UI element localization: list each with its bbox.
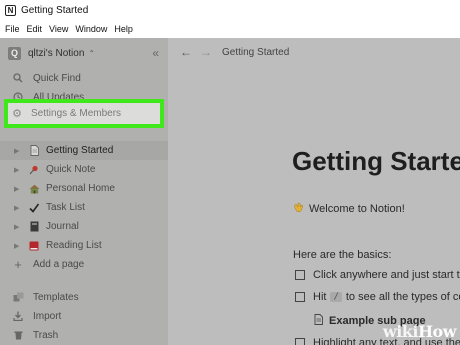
- todo-text: Click anywhere and just start typing: [313, 269, 460, 281]
- sidebar-page-reading-list[interactable]: ▶ Reading List: [0, 236, 168, 255]
- sidebar-item-quick-find[interactable]: Quick Find: [0, 69, 168, 87]
- todo-text-pre: Hit: [313, 291, 327, 303]
- sidebar-item-templates[interactable]: Templates: [0, 288, 168, 306]
- checkbox[interactable]: [295, 270, 305, 280]
- page-icon: [28, 145, 40, 157]
- book-icon: [28, 240, 40, 252]
- checkbox[interactable]: [295, 338, 305, 345]
- menu-window[interactable]: Window: [75, 24, 107, 34]
- sidebar-page-personal-home[interactable]: ▶ Personal Home: [0, 179, 168, 198]
- sidebar-page-task-list[interactable]: ▶ Task List: [0, 198, 168, 217]
- back-arrow-icon[interactable]: ←: [180, 45, 192, 59]
- sidebar-item-label: Quick Note: [46, 164, 96, 175]
- add-page-button[interactable]: + Add a page: [0, 255, 168, 273]
- main-content: ← → Getting Started Getting Started Welc…: [168, 38, 460, 345]
- todo-text-post: to see all the types of content you can …: [345, 291, 460, 303]
- sidebar-item-label: Getting Started: [46, 145, 114, 156]
- gear-icon: ⚙: [12, 108, 22, 120]
- import-icon: [12, 310, 24, 322]
- sidebar-item-settings-members[interactable]: ⚙ Settings & Members: [4, 99, 164, 128]
- add-page-label: Add a page: [33, 258, 85, 270]
- expand-triangle-icon[interactable]: ▶: [14, 242, 26, 250]
- window-title: Getting Started: [21, 4, 89, 16]
- page-icon: [314, 314, 323, 328]
- sidebar-item-import[interactable]: Import: [0, 307, 168, 325]
- menu-bar: File Edit View Window Help: [0, 20, 460, 38]
- expand-triangle-icon[interactable]: ▶: [14, 185, 26, 193]
- welcome-line[interactable]: Welcome to Notion!: [293, 202, 405, 216]
- expand-triangle-icon[interactable]: ▶: [14, 147, 26, 155]
- basics-heading[interactable]: Here are the basics:: [293, 249, 391, 261]
- sidebar-page-quick-note[interactable]: ▶ Quick Note: [0, 160, 168, 179]
- window-titlebar: N Getting Started: [0, 0, 460, 20]
- sidebar-page-getting-started[interactable]: ▶ Getting Started: [0, 141, 168, 160]
- workspace-name: qltzi's Notion: [28, 47, 85, 59]
- expand-triangle-icon[interactable]: ▶: [14, 223, 26, 231]
- workspace-switcher[interactable]: Q qltzi's Notion ⌃ «: [8, 44, 163, 62]
- breadcrumb-page[interactable]: Getting Started: [222, 47, 289, 58]
- expand-triangle-icon[interactable]: ▶: [14, 166, 26, 174]
- house-icon: [28, 183, 40, 195]
- menu-edit[interactable]: Edit: [27, 24, 43, 34]
- sidebar-item-label: Task List: [46, 202, 85, 213]
- menu-view[interactable]: View: [49, 24, 68, 34]
- check-mark-icon: [28, 202, 40, 214]
- wikihow-watermark: wikiHow: [382, 322, 457, 341]
- breadcrumb: ← → Getting Started: [180, 44, 289, 60]
- chevron-updown-icon: ⌃: [88, 48, 96, 58]
- todo-item[interactable]: Click anywhere and just start typing: [295, 269, 460, 281]
- page-title[interactable]: Getting Started: [292, 146, 460, 177]
- sidebar-item-label: Reading List: [46, 240, 102, 251]
- search-icon: [12, 72, 24, 84]
- sidebar: Q qltzi's Notion ⌃ « Quick Find All Upda…: [0, 38, 168, 345]
- slash-key: /: [330, 292, 342, 302]
- forward-arrow-icon[interactable]: →: [200, 45, 212, 59]
- expand-triangle-icon[interactable]: ▶: [14, 204, 26, 212]
- pushpin-icon: [28, 164, 40, 176]
- sidebar-item-label: Trash: [33, 329, 59, 341]
- templates-icon: [12, 291, 24, 303]
- sidebar-item-label: Journal: [46, 221, 79, 232]
- sidebar-item-label: Quick Find: [33, 72, 81, 84]
- sidebar-item-label: Settings & Members: [31, 108, 122, 119]
- workspace-badge: Q: [8, 46, 21, 60]
- sidebar-item-label: Templates: [33, 291, 79, 303]
- notion-app-icon: N: [5, 4, 16, 16]
- menu-file[interactable]: File: [5, 24, 20, 34]
- trash-icon: [12, 329, 24, 341]
- notebook-icon: [28, 221, 40, 233]
- todo-item[interactable]: Hit / to see all the types of content yo…: [295, 291, 460, 303]
- sidebar-page-journal[interactable]: ▶ Journal: [0, 217, 168, 236]
- plus-icon: +: [14, 256, 22, 272]
- sidebar-item-trash[interactable]: Trash: [0, 326, 168, 344]
- checkbox[interactable]: [295, 292, 305, 302]
- menu-help[interactable]: Help: [114, 24, 133, 34]
- sidebar-item-label: Personal Home: [46, 183, 115, 194]
- collapse-sidebar-icon[interactable]: «: [152, 46, 159, 60]
- waving-hand-icon: [293, 202, 304, 216]
- welcome-text: Welcome to Notion!: [309, 203, 405, 215]
- sidebar-item-label: Import: [33, 310, 62, 322]
